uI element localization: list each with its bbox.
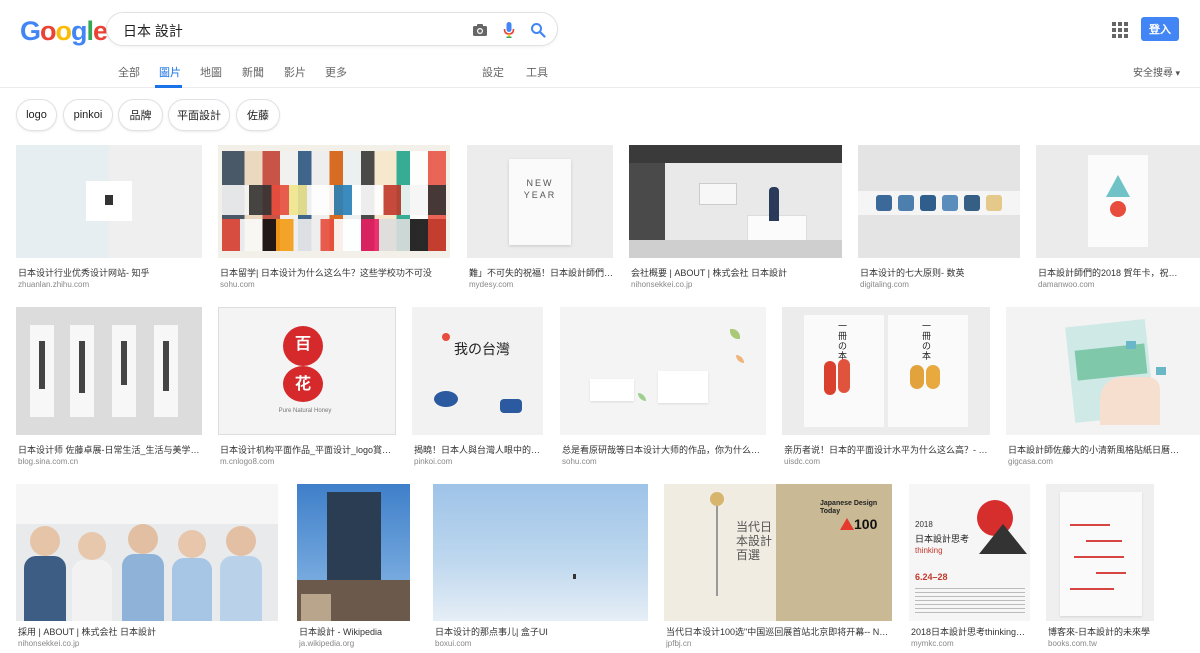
result-domain: nihonsekkei.co.jp (631, 280, 693, 289)
thumb-thinking-year: 2018 (915, 520, 933, 529)
result-domain: pinkoi.com (414, 457, 453, 466)
tab-images[interactable]: 圖片 (159, 64, 181, 80)
tab-more[interactable]: 更多 (325, 64, 347, 80)
result-caption[interactable]: 揭曉！日本人與台灣人眼中的… (414, 443, 545, 456)
chip-sato[interactable]: 佐藤 (236, 99, 280, 131)
thumb-hon-left: 一冊の本 (838, 321, 848, 361)
result-caption[interactable]: 总是看原研哉等日本设计大师的作品，你为什么… (562, 443, 768, 456)
result-thumbnail[interactable] (1036, 145, 1200, 258)
result-domain: blog.sina.com.cn (18, 457, 79, 466)
result-thumbnail[interactable]: NEW YEAR (467, 145, 613, 258)
thumb-hyakka-a: 百 (294, 336, 311, 353)
result-domain: sohu.com (562, 457, 597, 466)
result-thumbnail[interactable] (560, 307, 766, 435)
tab-maps[interactable]: 地圖 (200, 64, 222, 80)
result-domain: boxui.com (435, 639, 472, 648)
result-thumbnail[interactable] (297, 484, 410, 621)
result-domain: digitaling.com (860, 280, 909, 289)
result-thumbnail[interactable]: 当代日本設計百選 Japanese Design Today 100 (664, 484, 892, 621)
result-domain: sohu.com (220, 280, 255, 289)
result-caption[interactable]: 日本设计师 佐藤卓展-日常生活_生活与美学… (18, 443, 204, 456)
search-icon[interactable] (527, 19, 549, 41)
result-thumbnail[interactable]: 一冊の本 一冊の本 (782, 307, 990, 435)
thumb-hyakka-sub: Pure Natural Honey (278, 408, 332, 414)
result-caption[interactable]: 採用 | ABOUT | 株式会社 日本設計 (18, 625, 280, 638)
header: Google 日本 設計 登入 全部 圖片 地圖 新聞 影片 更多 設定 工具 … (0, 0, 1200, 88)
result-domain: uisdc.com (784, 457, 821, 466)
thumb-thinking-dates: 6.24–28 (915, 572, 948, 582)
result-thumbnail[interactable] (629, 145, 842, 258)
result-domain: mymkc.com (911, 639, 954, 648)
chip-logo[interactable]: logo (16, 99, 57, 131)
result-domain: jpfbj.cn (666, 639, 692, 648)
tab-tools[interactable]: 工具 (526, 64, 548, 80)
result-domain: ja.wikipedia.org (299, 639, 355, 648)
result-thumbnail[interactable] (16, 484, 278, 621)
safe-search-dropdown[interactable]: 安全搜尋 (1133, 64, 1180, 79)
tab-all[interactable]: 全部 (118, 64, 140, 80)
result-domain: zhuanlan.zhihu.com (18, 280, 90, 289)
result-thumbnail[interactable]: 百 花 Pure Natural Honey (218, 307, 396, 435)
result-thumbnail[interactable]: 2018 日本設計思考 thinking 6.24–28 (909, 484, 1030, 621)
result-domain: damanwoo.com (1038, 280, 1095, 289)
thumb-design100-kanji: 当代日本設計百選 (736, 520, 773, 562)
result-caption[interactable]: 2018日本設計思考thinking… (911, 625, 1032, 638)
result-thumbnail[interactable]: 我の台灣 (412, 307, 543, 435)
thumb-thinking-title: 日本設計思考 (915, 534, 970, 544)
tab-videos[interactable]: 影片 (284, 64, 306, 80)
result-thumbnail[interactable] (16, 307, 202, 435)
thumb-design100-num: 100 (854, 516, 878, 532)
search-box[interactable]: 日本 設計 (106, 12, 558, 46)
thumb-taiwan-text: 我の台灣 (454, 341, 510, 357)
result-domain: m.cnlogo8.com (220, 457, 275, 466)
result-caption[interactable]: 日本设计的七大原则- 数英 (860, 266, 1022, 279)
thumb-thinking-en: thinking (915, 546, 943, 555)
search-input[interactable]: 日本 設計 (123, 21, 183, 41)
result-caption[interactable]: 亲历者说！日本的平面设计水平为什么这么高？- … (784, 443, 992, 456)
result-thumbnail[interactable] (433, 484, 648, 621)
result-caption[interactable]: 日本设计机构平面作品_平面设计_logo賞… (220, 443, 398, 456)
result-thumbnail[interactable] (1006, 307, 1200, 435)
result-domain: nihonsekkei.co.jp (18, 639, 80, 648)
result-caption[interactable]: 博客來-日本設計的未來學 (1048, 625, 1156, 638)
thumb-design100-title: Japanese Design Today (820, 500, 878, 515)
thumb-hyakka-b: 花 (294, 376, 311, 393)
result-caption[interactable]: 難」不可失的祝福！日本設計師們… (469, 266, 615, 279)
microphone-icon[interactable] (498, 19, 520, 41)
chip-graphic-design[interactable]: 平面設計 (168, 99, 230, 131)
result-thumbnail[interactable] (1046, 484, 1154, 621)
result-caption[interactable]: 日本設計師佐藤大的小清新風格貼紙日曆… (1008, 443, 1198, 456)
chip-brand[interactable]: 品牌 (118, 99, 163, 131)
thumb-hon-right: 一冊の本 (922, 321, 932, 361)
sign-in-button[interactable]: 登入 (1141, 17, 1179, 41)
result-thumbnail[interactable] (16, 145, 202, 258)
result-caption[interactable]: 日本設計師們的2018 賀年卡，祝… (1038, 266, 1198, 279)
tab-settings[interactable]: 設定 (482, 64, 504, 80)
chip-pinkoi[interactable]: pinkoi (63, 99, 113, 131)
result-caption[interactable]: 日本设计行业优秀设计网站- 知乎 (18, 266, 204, 279)
active-tab-indicator (155, 85, 182, 88)
search-tabs: 全部 圖片 地圖 新聞 影片 更多 設定 工具 安全搜尋 (0, 60, 1200, 88)
camera-icon[interactable] (469, 19, 491, 41)
thumb-newyear-text: NEW YEAR (523, 178, 557, 200)
tab-news[interactable]: 新聞 (242, 64, 264, 80)
result-thumbnail[interactable] (858, 145, 1020, 258)
result-caption[interactable]: 会社概要 | ABOUT | 株式会社 日本設計 (631, 266, 844, 279)
apps-grid-icon[interactable] (1112, 22, 1128, 38)
result-caption[interactable]: 当代日本设计100选"中国巡回展首站北京即将开幕-- NE… (666, 625, 894, 638)
result-caption[interactable]: 日本设计的那点事儿| 盒子UI (435, 625, 650, 638)
result-domain: gigcasa.com (1008, 457, 1053, 466)
result-domain: mydesy.com (469, 280, 514, 289)
result-domain: books.com.tw (1048, 639, 1097, 648)
google-logo[interactable]: Google (20, 16, 108, 47)
result-caption[interactable]: 日本留学| 日本设计为什么这么牛？这些学校功不可没 (220, 266, 452, 279)
result-caption[interactable]: 日本設計 - Wikipedia (299, 625, 412, 638)
result-thumbnail[interactable] (218, 145, 450, 258)
